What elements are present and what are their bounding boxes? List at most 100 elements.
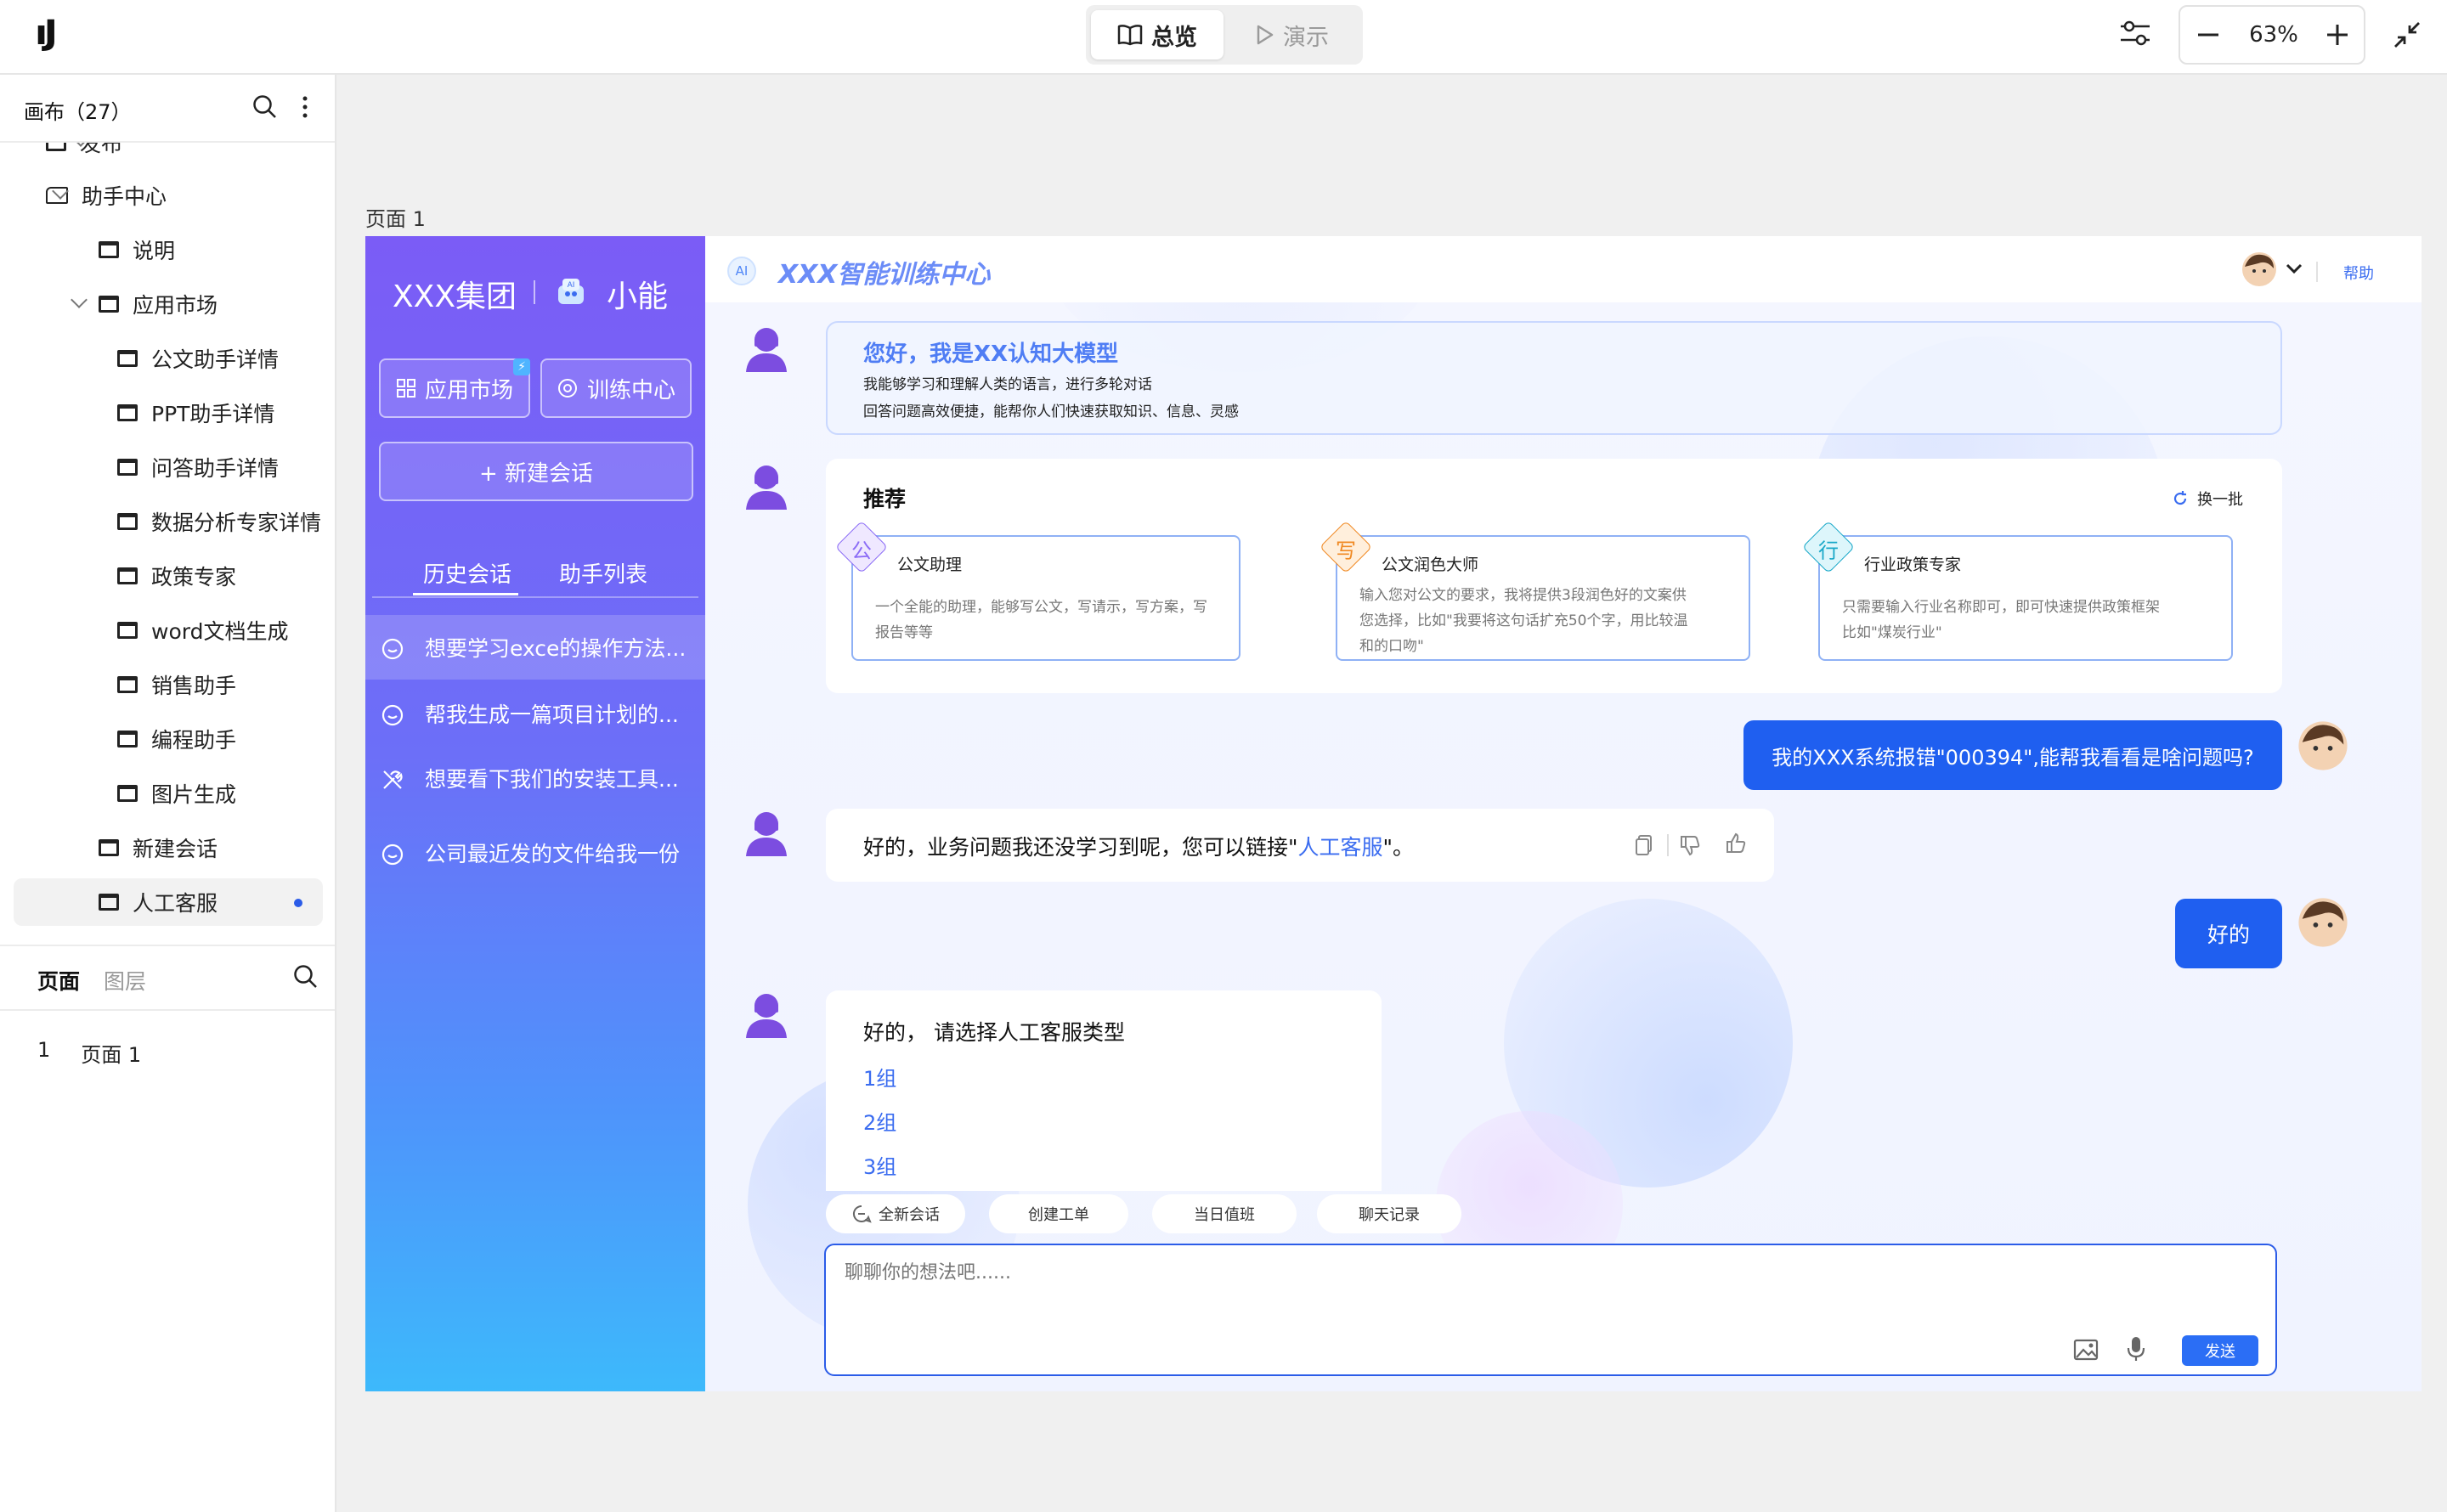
customer-service-link[interactable]: 人工客服: [1298, 835, 1383, 860]
tree-item-label: 人工客服: [133, 891, 218, 916]
panel-search-button[interactable]: [251, 93, 277, 119]
history-item-label: 帮我生成一篇项目计划的...: [425, 702, 679, 727]
page-icon: [117, 404, 138, 421]
header-divider: [2316, 262, 2318, 282]
plus-icon: [2327, 25, 2348, 45]
microphone-icon: [2127, 1337, 2145, 1361]
tab-pages[interactable]: 页面: [37, 965, 80, 996]
tree-item[interactable]: PPT助手详情: [117, 389, 274, 437]
bot-message: 好的，业务问题我还没学习到呢，您可以链接"人工客服"。: [826, 809, 1774, 882]
welcome-card: 您好，我是XX认知大模型 我能够学习和理解人类的语言，进行多轮对话 回答问题高效…: [826, 321, 2282, 435]
tree-item[interactable]: 说明: [99, 226, 175, 274]
zoom-level[interactable]: 63%: [2240, 22, 2308, 48]
collapse-fullscreen-button[interactable]: [2393, 20, 2422, 49]
zoom-control: 63%: [2179, 5, 2365, 65]
app-market-button[interactable]: 应用市场 ⚡: [379, 358, 530, 418]
copy-icon: [1636, 835, 1652, 855]
history-item[interactable]: 想要看下我们的安装工具...: [365, 746, 705, 810]
refresh-button[interactable]: 换一批: [2172, 488, 2243, 510]
brand-name: XXX集团: [393, 279, 517, 314]
history-item[interactable]: 想要学习exce的操作方法...: [365, 615, 705, 680]
active-dot: [294, 899, 302, 907]
quick-action-label: 全新会话: [879, 1206, 940, 1224]
option-link[interactable]: 1组: [863, 1062, 896, 1092]
voice-input-button[interactable]: [2126, 1335, 2146, 1362]
tree-item-label: 应用市场: [133, 293, 218, 318]
brand-divider: [534, 280, 535, 304]
like-button[interactable]: [1725, 832, 1747, 855]
user-avatar: [2298, 721, 2348, 770]
page-list-item[interactable]: 1 页面 1: [37, 1038, 141, 1068]
copy-button[interactable]: [1635, 834, 1653, 856]
overview-button[interactable]: 总览: [1091, 10, 1224, 59]
recommend-item[interactable]: 公公文助理 一个全能的助理，能够写公文，写请示，写方案，写 报告等等: [834, 520, 1240, 661]
tree-item[interactable]: 编程助手: [117, 715, 236, 763]
quick-action-chat-records[interactable]: 聊天记录: [1317, 1194, 1461, 1233]
chat-input[interactable]: [845, 1257, 2119, 1325]
new-chat-label: + 新建会话: [478, 460, 594, 487]
pages-search-button[interactable]: [292, 963, 318, 989]
chat-bubble-icon: [381, 704, 404, 726]
tab-layers[interactable]: 图层: [104, 965, 146, 996]
quick-action-on-duty[interactable]: 当日值班: [1152, 1194, 1297, 1233]
user-message-text: 我的XXX系统报错"000394",能帮我看看是啥问题吗?: [1772, 745, 2254, 770]
tree-item-label: 助手中心: [82, 184, 167, 209]
recommend-badge-text: 写: [1336, 538, 1356, 562]
zoom-in-button[interactable]: [2325, 22, 2350, 48]
tree-item[interactable]: 数据分析专家详情: [117, 498, 321, 545]
play-icon: [1257, 25, 1274, 45]
tree-item[interactable]: 新建会话: [99, 824, 218, 872]
history-item[interactable]: 帮我生成一篇项目计划的...: [365, 681, 705, 746]
view-mode-switch: 总览 演示: [1086, 5, 1363, 65]
tree-item[interactable]: word文档生成: [117, 606, 288, 654]
quick-action-label: 当日值班: [1194, 1206, 1255, 1224]
tree-item-label: 政策专家: [151, 565, 237, 590]
app-market-label: 应用市场: [424, 377, 513, 403]
panel-title: 画布（27）: [24, 100, 132, 124]
recommend-item[interactable]: 行行业政策专家 只需要输入行业名称即可，即可快速提供政策框架 比如"煤炭行业": [1801, 520, 2233, 661]
adjust-settings-button[interactable]: [2119, 19, 2151, 48]
quick-action-new-chat[interactable]: 全新会话: [826, 1194, 965, 1233]
app-logo[interactable]: ıJ: [35, 14, 58, 53]
option-link[interactable]: 3组: [863, 1150, 896, 1180]
tree-item[interactable]: 图片生成: [117, 770, 236, 817]
demo-button[interactable]: 演示: [1227, 10, 1358, 59]
ai-badge-icon: AI: [727, 257, 756, 285]
tree-item[interactable]: 发布: [46, 143, 122, 166]
tree-item-label: 数据分析专家详情: [151, 511, 322, 535]
tree-item[interactable]: 问答助手详情: [117, 443, 279, 491]
tree-item[interactable]: 销售助手: [117, 661, 236, 708]
option-link[interactable]: 2组: [863, 1106, 896, 1136]
recommend-title: 推荐: [863, 487, 907, 511]
tab-history[interactable]: 历史会话: [423, 557, 511, 589]
expand-caret-icon[interactable]: [71, 291, 88, 308]
help-link[interactable]: 帮助: [2343, 262, 2374, 284]
new-chat-button[interactable]: + 新建会话: [379, 442, 693, 501]
recommend-item[interactable]: 写公文润色大师 输入您对公文的要求，我将提供3段润色好的文案供 您选择，比如"我要将…: [1319, 520, 1750, 661]
panel-more-button[interactable]: [299, 95, 311, 119]
dislike-button[interactable]: [1679, 834, 1701, 856]
tab-assistants[interactable]: 助手列表: [559, 557, 647, 589]
artboard[interactable]: XXX集团 AI 小能 应用市场 ⚡ 训练中心 + 新建会话 历史会话 助手列表…: [365, 236, 2422, 1391]
zoom-out-button[interactable]: [2196, 22, 2221, 48]
image-upload-button[interactable]: [2073, 1339, 2099, 1361]
user-menu[interactable]: [2241, 251, 2303, 287]
training-center-button[interactable]: 训练中心: [540, 358, 692, 418]
quick-action-create-ticket[interactable]: 创建工单: [989, 1194, 1128, 1233]
bot-options-title: 好的， 请选择人工客服类型: [863, 1020, 1125, 1045]
page-tree: 发布助手中心说明应用市场公文助手详情 PPT助手详情 问答助手详情数据分析专家详情政…: [0, 143, 335, 1018]
welcome-line2: 回答问题高效便捷，能帮你人们快速获取知识、信息、灵感: [863, 403, 1239, 420]
bot-message-pre: 好的，业务问题我还没学习到呢，您可以链接": [863, 835, 1298, 860]
send-button[interactable]: 发送: [2182, 1335, 2258, 1366]
tree-item[interactable]: 政策专家: [117, 552, 236, 600]
welcome-line1: 我能够学习和理解人类的语言，进行多轮对话: [863, 376, 1152, 393]
sliders-icon: [2121, 20, 2150, 46]
chat-area: AI XXX智能训练中心 帮助 您好，我是XX认知大模型 我能够学习和理解人类的…: [705, 236, 2422, 1391]
tree-item[interactable]: 公文助手详情: [117, 335, 279, 382]
tree-item[interactable]: 人工客服: [14, 878, 323, 926]
top-toolbar: ıJ 总览 演示 63%: [0, 0, 2447, 75]
history-item-label: 想要学习exce的操作方法...: [425, 636, 687, 661]
history-item[interactable]: 公司最近发的文件给我一份: [365, 821, 705, 885]
tree-item[interactable]: 应用市场: [99, 280, 218, 328]
bot-message-post: "。: [1382, 835, 1415, 860]
